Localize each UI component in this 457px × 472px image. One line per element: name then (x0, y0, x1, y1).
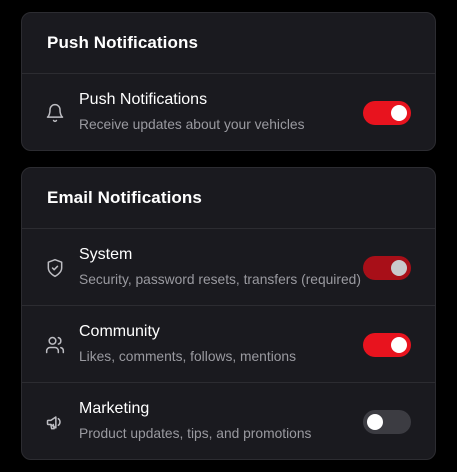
push-section-title: Push Notifications (22, 13, 435, 74)
setting-description-system: Security, password resets, transfers (re… (79, 272, 361, 287)
setting-description-marketing: Product updates, tips, and promotions (79, 426, 312, 441)
megaphone-icon (45, 412, 65, 432)
toggle-knob (391, 105, 407, 121)
setting-row-push: Push Notifications Receive updates about… (22, 74, 435, 150)
bell-icon (45, 103, 65, 123)
setting-description-community: Likes, comments, follows, mentions (79, 349, 296, 364)
push-notifications-toggle[interactable] (363, 101, 411, 125)
marketing-toggle[interactable] (363, 410, 411, 434)
setting-row-community: Community Likes, comments, follows, ment… (22, 306, 435, 383)
setting-title-community: Community (79, 323, 160, 340)
toggle-knob (367, 414, 383, 430)
email-notifications-card: Email Notifications System Security, pas… (21, 167, 436, 460)
users-icon (45, 335, 65, 355)
system-toggle[interactable] (363, 256, 411, 280)
setting-row-marketing: Marketing Product updates, tips, and pro… (22, 383, 435, 459)
push-notifications-card: Push Notifications Push Notifications Re… (21, 12, 436, 151)
toggle-knob (391, 260, 407, 276)
setting-title-marketing: Marketing (79, 400, 150, 417)
setting-description-push: Receive updates about your vehicles (79, 117, 305, 132)
setting-title-push: Push Notifications (79, 91, 208, 108)
community-toggle[interactable] (363, 333, 411, 357)
setting-row-system: System Security, password resets, transf… (22, 229, 435, 306)
setting-title-system: System (79, 246, 133, 263)
shield-check-icon (45, 258, 65, 278)
email-section-title: Email Notifications (22, 168, 435, 229)
toggle-knob (391, 337, 407, 353)
